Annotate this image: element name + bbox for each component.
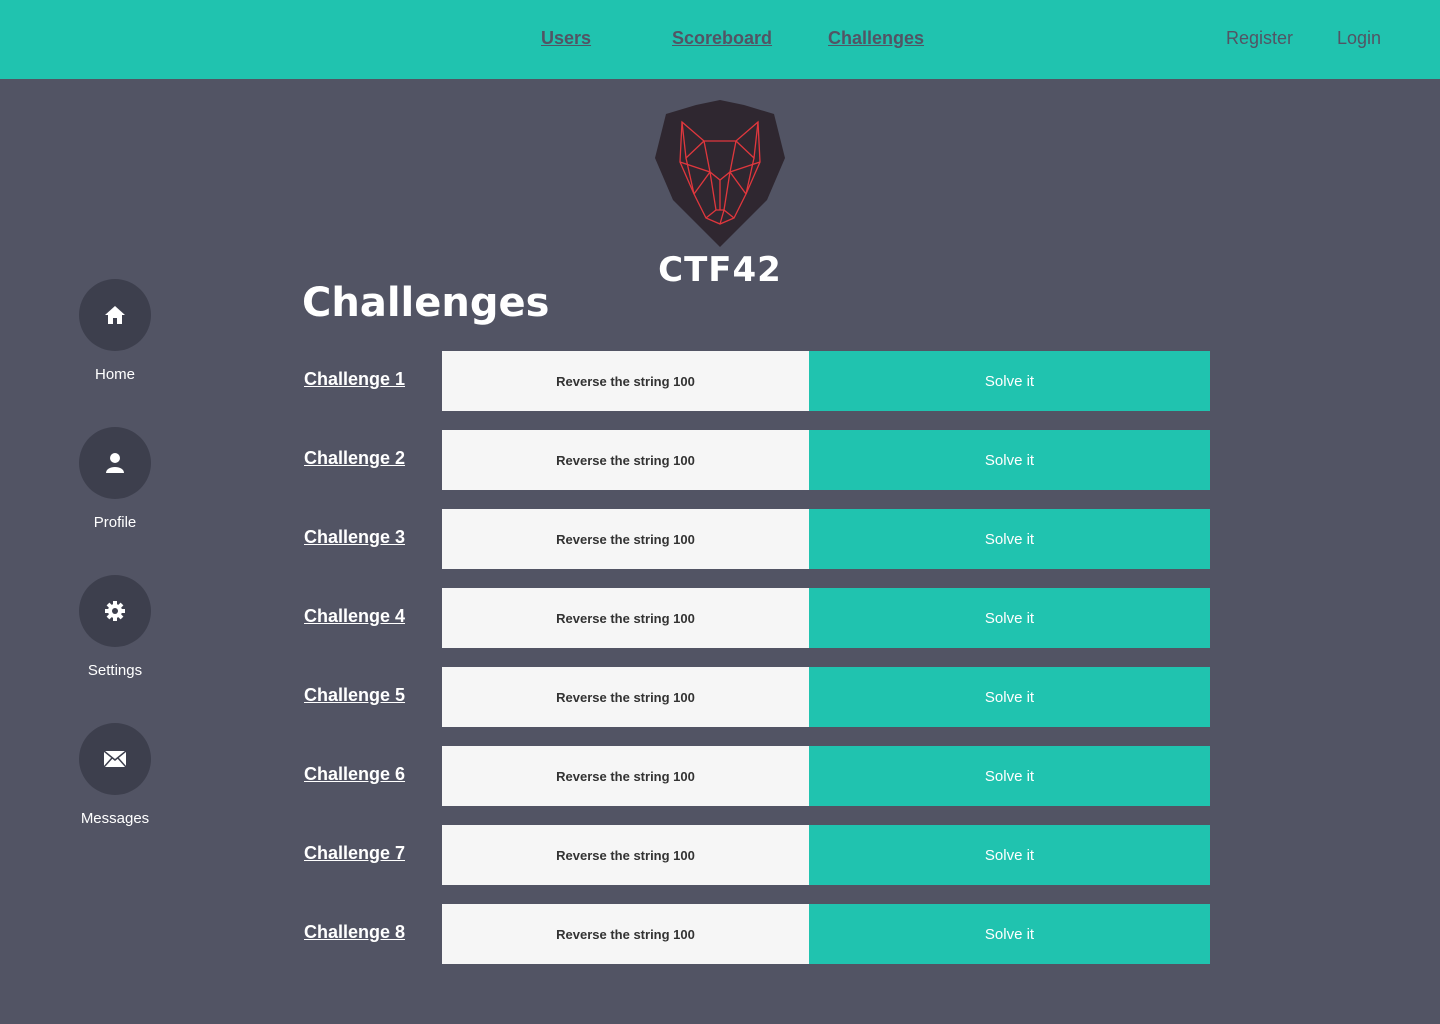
challenge-description: Reverse the string 100 bbox=[442, 746, 809, 806]
challenge-description: Reverse the string 100 bbox=[442, 904, 809, 964]
sidebar-item-home[interactable]: Home bbox=[65, 279, 165, 383]
top-nav-bar: Users Scoreboard Challenges Register Log… bbox=[0, 0, 1440, 79]
solve-button[interactable]: Solve it bbox=[809, 351, 1210, 411]
sidebar-label: Messages bbox=[80, 810, 150, 827]
user-icon[interactable] bbox=[79, 427, 151, 499]
nav-login[interactable]: Login bbox=[1337, 28, 1381, 49]
challenge-row: Challenge 8 Reverse the string 100 Solve… bbox=[304, 904, 1210, 964]
challenge-link[interactable]: Challenge 8 bbox=[304, 922, 405, 943]
home-icon[interactable] bbox=[79, 279, 151, 351]
challenge-description: Reverse the string 100 bbox=[442, 509, 809, 569]
solve-button[interactable]: Solve it bbox=[809, 667, 1210, 727]
challenge-row: Challenge 1 Reverse the string 100 Solve… bbox=[304, 351, 1210, 411]
challenge-row: Challenge 6 Reverse the string 100 Solve… bbox=[304, 746, 1210, 806]
challenge-row: Challenge 2 Reverse the string 100 Solve… bbox=[304, 430, 1210, 490]
page-title: Challenges bbox=[302, 280, 550, 326]
challenge-link[interactable]: Challenge 4 bbox=[304, 606, 405, 627]
challenge-description: Reverse the string 100 bbox=[442, 588, 809, 648]
nav-register[interactable]: Register bbox=[1226, 28, 1293, 49]
challenge-description: Reverse the string 100 bbox=[442, 667, 809, 727]
gear-icon[interactable] bbox=[79, 575, 151, 647]
nav-users[interactable]: Users bbox=[541, 28, 591, 49]
solve-button[interactable]: Solve it bbox=[809, 588, 1210, 648]
challenge-link[interactable]: Challenge 5 bbox=[304, 685, 405, 706]
challenge-row: Challenge 4 Reverse the string 100 Solve… bbox=[304, 588, 1210, 648]
solve-button[interactable]: Solve it bbox=[809, 430, 1210, 490]
nav-challenges[interactable]: Challenges bbox=[828, 28, 924, 49]
challenge-description: Reverse the string 100 bbox=[442, 351, 809, 411]
sidebar-label: Settings bbox=[87, 662, 143, 679]
challenge-row: Challenge 5 Reverse the string 100 Solve… bbox=[304, 667, 1210, 727]
challenge-row: Challenge 3 Reverse the string 100 Solve… bbox=[304, 509, 1210, 569]
mail-icon[interactable] bbox=[79, 723, 151, 795]
wolf-shield-logo bbox=[655, 100, 785, 247]
brand-name: CTF42 bbox=[658, 250, 782, 290]
challenge-link[interactable]: Challenge 1 bbox=[304, 369, 405, 390]
solve-button[interactable]: Solve it bbox=[809, 509, 1210, 569]
challenge-link[interactable]: Challenge 7 bbox=[304, 843, 405, 864]
challenge-link[interactable]: Challenge 6 bbox=[304, 764, 405, 785]
challenge-link[interactable]: Challenge 2 bbox=[304, 448, 405, 469]
challenge-description: Reverse the string 100 bbox=[442, 825, 809, 885]
sidebar-label: Profile bbox=[93, 514, 137, 531]
sidebar-item-messages[interactable]: Messages bbox=[65, 723, 165, 827]
challenge-link[interactable]: Challenge 3 bbox=[304, 527, 405, 548]
sidebar-item-settings[interactable]: Settings bbox=[65, 575, 165, 679]
solve-button[interactable]: Solve it bbox=[809, 825, 1210, 885]
solve-button[interactable]: Solve it bbox=[809, 904, 1210, 964]
challenge-description: Reverse the string 100 bbox=[442, 430, 809, 490]
sidebar-item-profile[interactable]: Profile bbox=[65, 427, 165, 531]
challenge-row: Challenge 7 Reverse the string 100 Solve… bbox=[304, 825, 1210, 885]
sidebar-label: Home bbox=[94, 366, 135, 383]
nav-scoreboard[interactable]: Scoreboard bbox=[672, 28, 772, 49]
solve-button[interactable]: Solve it bbox=[809, 746, 1210, 806]
